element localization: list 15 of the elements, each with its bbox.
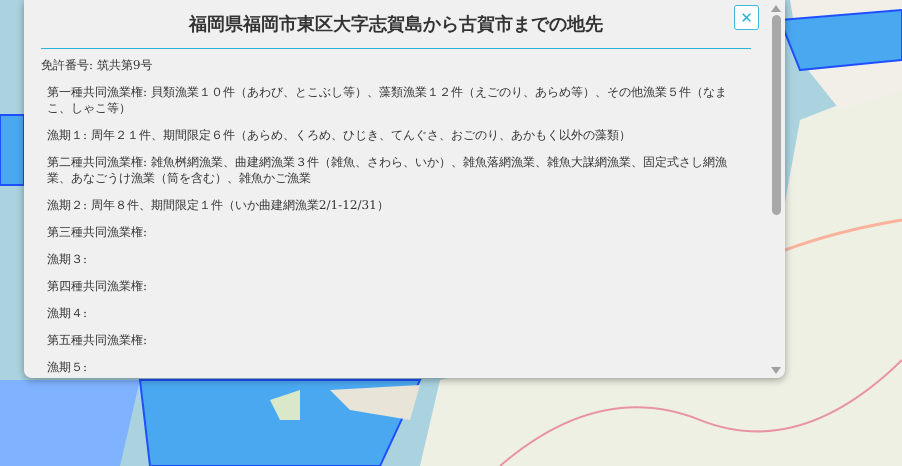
popup-text: 第一種共同漁業権: 貝類漁業１０件（あわび、とこぶし等）、藻類漁業１２件（えごのり、あらめ等）、その他漁業５件（なまこ、しゃこ等） [46, 84, 728, 116]
popup-title: 福岡県福岡市東区大字志賀島から古賀市までの地先 [189, 13, 603, 36]
popup-text: 第四種共同漁業権: [46, 278, 148, 294]
popup-text: 漁期１: 周年２１件、期間限定６件（あらめ、くろめ、ひじき、てんぐさ、おごのり、あかもく以外の藻類） [46, 127, 632, 143]
popup-text: 漁期３: [46, 251, 88, 267]
popup-text: 第二種共同漁業権: 雑魚桝網漁業、曲建網漁業３件（雑魚、さわら、いか）、雑魚落網漁業、雑魚大謀網漁業、固定式さし網漁業、あなごうけ漁業（筒を含む）、雑魚かご漁業 [46, 154, 728, 186]
close-button[interactable]: ✕ [734, 5, 759, 30]
popup-text: 漁期４: [46, 305, 88, 321]
popup-text: 第五種共同漁業権: [46, 332, 148, 348]
popup-text: 漁期５: [46, 359, 88, 375]
popup-text: 免許番号: 筑共第9号 [41, 57, 154, 73]
scrollbar-thumb[interactable] [772, 15, 780, 215]
scroll-down-icon[interactable] [771, 367, 781, 374]
popup-text: 漁期２: 周年８件、期間限定１件（いか曲建網漁業2/1-12/31） [46, 197, 390, 213]
popup-text: 第三種共同漁業権: [46, 224, 148, 240]
